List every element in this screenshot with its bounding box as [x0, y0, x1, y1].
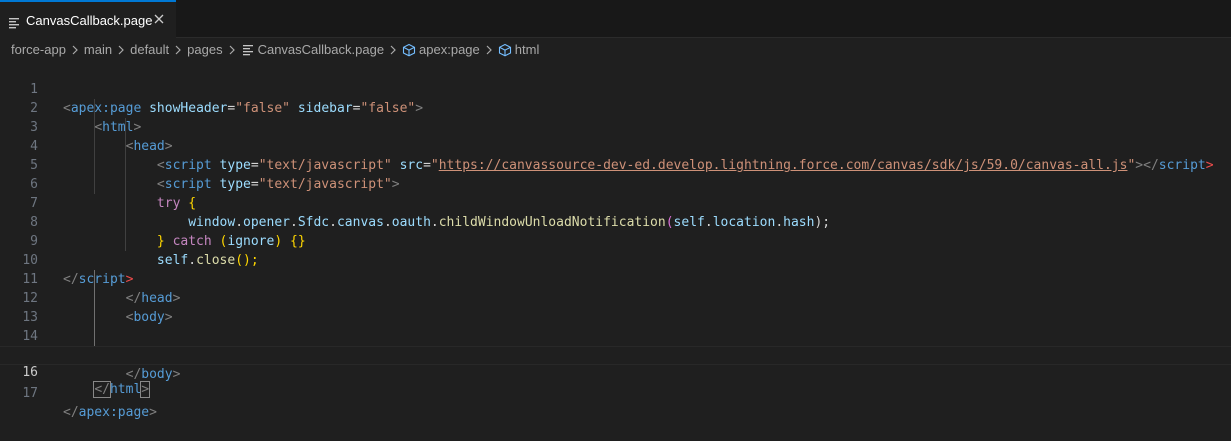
code-line[interactable]: 14	[0, 308, 1231, 344]
chevron-right-icon	[171, 44, 185, 56]
tab-bar: CanvasCallback.page	[0, 0, 1231, 38]
code-line[interactable]: 8 } catch (ignore) {}	[0, 194, 1231, 249]
breadcrumb-item-html[interactable]: html	[515, 42, 540, 57]
code-token: >	[140, 381, 151, 398]
chevron-right-icon	[482, 44, 496, 56]
chevron-right-icon	[114, 44, 128, 56]
code-line[interactable]: 9 self.close();	[0, 213, 1231, 268]
code-token: </	[63, 405, 79, 420]
code-line[interactable]: 1 <apex:page showHeader="false" sidebar=…	[0, 61, 1231, 116]
close-icon[interactable]	[151, 11, 167, 27]
chevron-right-icon	[225, 44, 239, 56]
cube-icon	[498, 43, 512, 57]
code-line[interactable]: 10 </script>	[0, 232, 1231, 287]
code-line[interactable]: 6 try {	[0, 156, 1231, 211]
code-line-current[interactable]: 16 </html>	[0, 346, 1231, 398]
code-line[interactable]: 4 <script type="text/javascript" src="ht…	[0, 118, 1231, 173]
breadcrumb-item-apex-page[interactable]: apex:page	[419, 42, 480, 57]
code-token: apex:page	[78, 405, 150, 420]
line-number: 17	[22, 386, 38, 401]
code-line[interactable]: 13	[0, 289, 1231, 325]
chevron-right-icon	[386, 44, 400, 56]
breadcrumb-item-default[interactable]: default	[130, 42, 169, 57]
file-lines-icon	[241, 43, 255, 57]
breadcrumb-item-main[interactable]: main	[84, 42, 112, 57]
code-line[interactable]: 2 <html>	[0, 80, 1231, 135]
code-line[interactable]: 12 <body>	[0, 270, 1231, 325]
tab-label: CanvasCallback.page	[26, 12, 153, 28]
cube-icon	[402, 43, 416, 57]
code-line[interactable]: 17 </apex:page>	[0, 365, 1231, 420]
code-token: >	[149, 405, 157, 420]
code-token: html	[109, 382, 142, 397]
breadcrumb-item-pages[interactable]: pages	[187, 42, 222, 57]
code-line[interactable]: 7 window.opener.Sfdc.canvas.oauth.childW…	[0, 175, 1231, 230]
breadcrumb-item-force-app[interactable]: force-app	[11, 42, 66, 57]
code-line[interactable]: 3 <head>	[0, 99, 1231, 154]
breadcrumb: force-app main default pages CanvasCallb…	[0, 38, 1231, 61]
breadcrumb-item-file[interactable]: CanvasCallback.page	[258, 42, 384, 57]
code-token: </	[93, 381, 111, 398]
line-content: </apex:page>	[63, 403, 157, 422]
chevron-right-icon	[68, 44, 82, 56]
code-editor[interactable]: 1 <apex:page showHeader="false" sidebar=…	[0, 61, 1231, 420]
file-lines-icon	[9, 14, 20, 29]
tab-canvascallback-page[interactable]: CanvasCallback.page	[0, 0, 176, 38]
code-line[interactable]: 11 </head>	[0, 251, 1231, 306]
code-line[interactable]: 15 </body>	[0, 327, 1231, 382]
code-line[interactable]: 5 <script type="text/javascript">	[0, 137, 1231, 192]
